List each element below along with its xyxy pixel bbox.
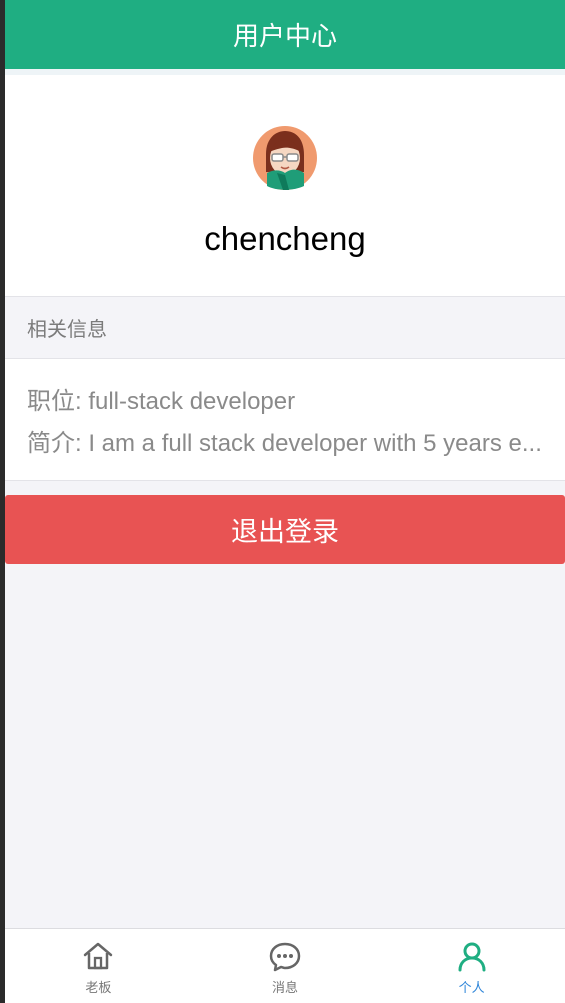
logout-button-label: 退出登录 [231,517,339,547]
tab-profile[interactable]: 个人 [378,929,565,1003]
page-header: 用户中心 [5,0,565,69]
info-card: 职位: full-stack developer 简介: I am a full… [5,358,565,481]
message-icon [269,942,301,972]
person-icon [458,942,486,972]
section-title-label: 相关信息 [27,319,107,341]
tab-messages-label: 消息 [272,980,299,995]
user-avatar-icon [253,126,317,190]
page-title: 用户中心 [232,21,337,51]
bio-text: 简介: I am a full stack developer with 5 y… [27,430,542,457]
logout-button[interactable]: 退出登录 [5,495,565,564]
username: chencheng [204,220,366,257]
app-screen: 用户中心 chencheng 相关信息 职位: full-stack devel… [5,0,565,1003]
section-title: 相关信息 [5,297,565,358]
bottom-tab-bar: 老板 消息 个人 [5,928,565,1003]
position-text: 职位: full-stack developer [27,388,296,415]
profile-card: chencheng [5,75,565,297]
tab-profile-label: 个人 [458,980,485,995]
home-icon [84,942,113,970]
tab-boss-label: 老板 [85,980,112,995]
tab-boss[interactable]: 老板 [5,929,192,1003]
tab-messages[interactable]: 消息 [192,929,379,1003]
